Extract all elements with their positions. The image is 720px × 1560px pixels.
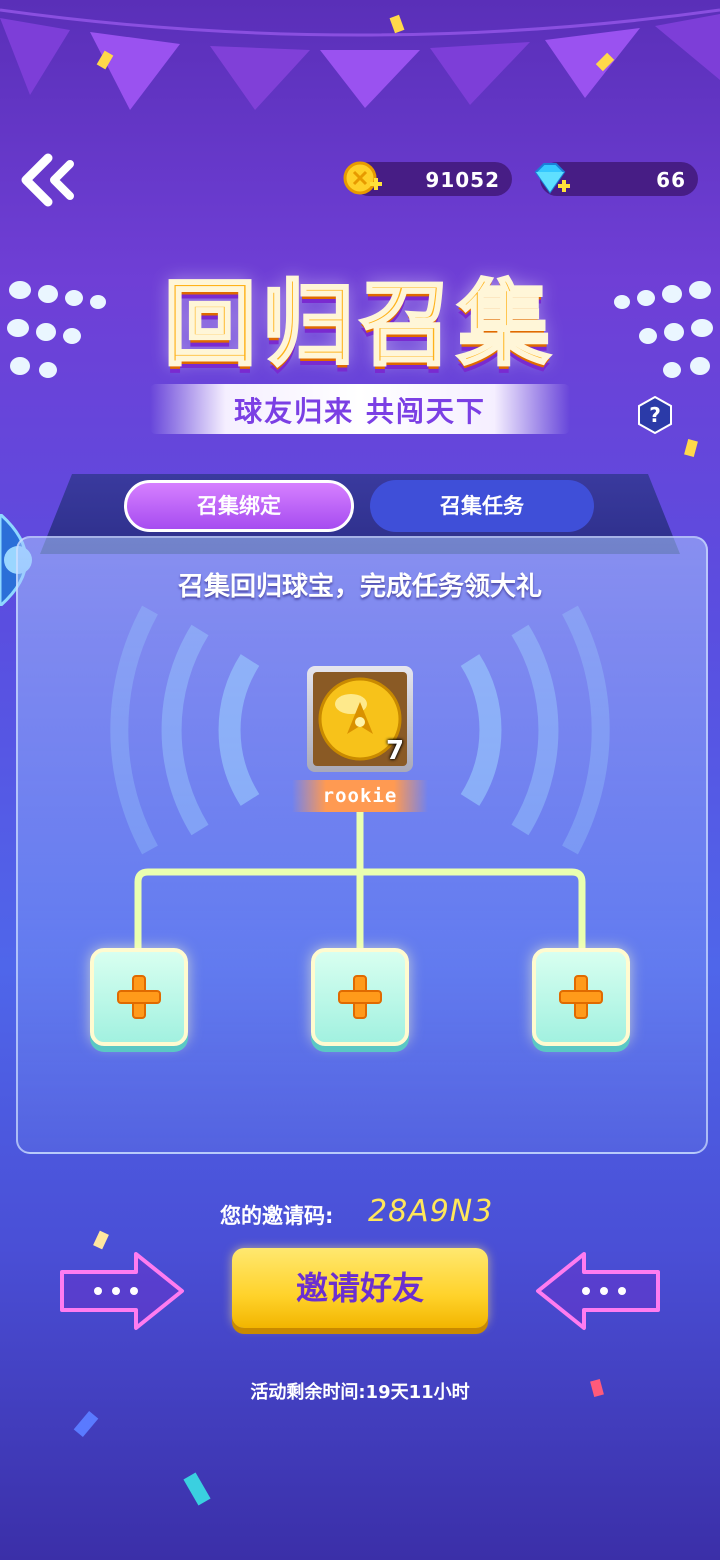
stage-lights-right [614, 281, 713, 378]
invite-slot-2[interactable] [311, 948, 409, 1046]
plus-icon [117, 975, 161, 1019]
panel-instruction: 召集回归球宝，完成任务领大礼 [177, 572, 542, 602]
event-countdown: 活动剩余时间:19天11小时 [250, 1382, 470, 1403]
invite-slot-1[interactable] [90, 948, 188, 1046]
back-button[interactable] [18, 150, 78, 210]
double-chevron-left-icon [21, 153, 74, 207]
tab-summon-tasks[interactable]: 召集任务 [370, 480, 594, 532]
gem-value: 66 [656, 168, 686, 192]
connector-lines [134, 810, 586, 950]
event-title-text: 回归召集 [162, 270, 556, 380]
help-button[interactable]: ? [636, 396, 674, 434]
confetti-piece [93, 1230, 109, 1250]
invite-friends-button[interactable]: 邀请好友 [232, 1248, 488, 1328]
invite-code-value[interactable]: 28A9N3 [368, 1194, 493, 1229]
invite-slot-3[interactable] [532, 948, 630, 1046]
plus-icon [559, 975, 603, 1019]
event-title: 回归召集 [110, 250, 610, 380]
left-arrow-icon [536, 1252, 660, 1330]
coin-plus-icon [343, 161, 382, 195]
stage-lights-left [7, 281, 106, 378]
confetti-piece [73, 1410, 99, 1438]
right-arrow-icon [60, 1252, 184, 1330]
event-subtitle-banner: 球友归来 共闯天下 [150, 384, 570, 434]
tab-summon-bind[interactable]: 召集绑定 [124, 480, 354, 532]
invite-code-label: 您的邀请码: [220, 1204, 334, 1228]
help-icon: ? [649, 403, 661, 427]
confetti-piece [183, 1472, 211, 1506]
player-level: 7 [386, 736, 405, 766]
diamond-plus-icon [534, 163, 570, 194]
gem-counter[interactable]: 66 [534, 162, 698, 196]
confetti-piece [684, 438, 698, 458]
coin-counter[interactable]: 91052 [343, 161, 512, 196]
player-name-tag: rookie [292, 780, 428, 812]
plus-icon [338, 975, 382, 1019]
coin-value: 91052 [425, 168, 500, 192]
event-subtitle: 球友归来 共闯天下 [234, 395, 486, 428]
